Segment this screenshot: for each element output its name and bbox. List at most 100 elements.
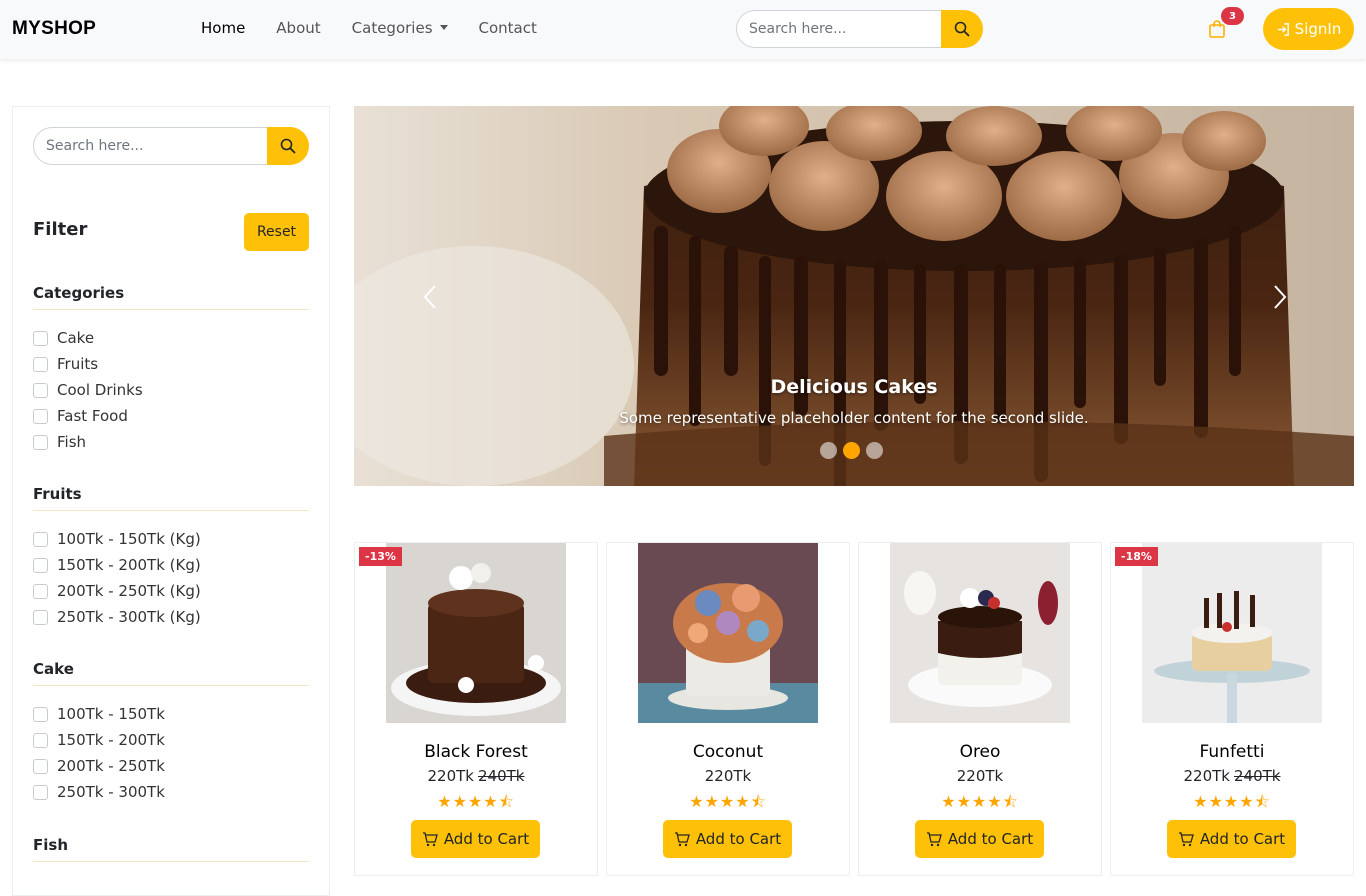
product-price: 220Tk 240Tk: [1111, 767, 1353, 785]
product-name[interactable]: Oreo: [859, 742, 1101, 762]
add-to-cart-button[interactable]: Add to Cart: [915, 820, 1044, 858]
current-price: 220Tk: [956, 767, 1004, 785]
filter-option-label: 150Tk - 200Tk (Kg): [57, 556, 201, 574]
cart-icon: [926, 832, 942, 847]
product-image[interactable]: [638, 543, 818, 723]
product-name[interactable]: Coconut: [607, 742, 849, 762]
filter-group-title: Cake: [33, 660, 309, 686]
nav-link-about[interactable]: About: [276, 19, 320, 37]
product-image[interactable]: [1142, 543, 1322, 723]
carousel-indicator[interactable]: [843, 442, 860, 459]
filter-option-label: 100Tk - 150Tk: [57, 705, 165, 723]
product-image[interactable]: [890, 543, 1070, 723]
carousel-slide-image: [354, 106, 1354, 486]
sidebar-search-button[interactable]: [267, 127, 309, 165]
carousel-next-icon[interactable]: [1264, 282, 1294, 312]
checkbox[interactable]: [33, 784, 48, 800]
old-price: 240Tk: [478, 767, 525, 785]
old-price: 240Tk: [1234, 767, 1281, 785]
nav-link-home[interactable]: Home: [201, 19, 245, 37]
checkbox[interactable]: [33, 531, 48, 547]
filter-option[interactable]: 200Tk - 250Tk: [33, 753, 309, 779]
checkbox[interactable]: [33, 583, 48, 599]
half-star-icon: ⯪: [498, 792, 515, 811]
filter-group-title: Fish: [33, 836, 309, 862]
filter-option[interactable]: 100Tk - 150Tk (Kg): [33, 526, 309, 552]
product-price: 220Tk 240Tk: [355, 767, 597, 785]
sidebar-search-input[interactable]: Search here...: [33, 127, 267, 165]
rating-stars: ★★★★⯪: [1193, 792, 1271, 811]
add-to-cart-button[interactable]: Add to Cart: [411, 820, 540, 858]
checkbox[interactable]: [33, 434, 48, 450]
filter-option-label: 150Tk - 200Tk: [57, 731, 165, 749]
reset-button[interactable]: Reset: [244, 213, 309, 251]
carousel-indicator[interactable]: [866, 442, 883, 459]
checkbox[interactable]: [33, 706, 48, 722]
search-icon: [280, 138, 296, 154]
discount-badge: -18%: [1115, 547, 1158, 566]
filter-title: Filter: [33, 219, 88, 240]
discount-badge: -13%: [359, 547, 402, 566]
filter-option[interactable]: 200Tk - 250Tk (Kg): [33, 578, 309, 604]
sign-in-icon: [1277, 22, 1289, 36]
filter-option-label: 250Tk - 300Tk (Kg): [57, 608, 201, 626]
checkbox[interactable]: [33, 609, 48, 625]
product-name[interactable]: Funfetti: [1111, 742, 1353, 762]
carousel-caption-text: Some representative placeholder content …: [619, 409, 1089, 427]
filter-group-fruits: Fruits 100Tk - 150Tk (Kg) 150Tk - 200Tk …: [33, 485, 309, 630]
filter-group-fish: Fish: [33, 836, 309, 862]
filter-group-categories: Categories Cake Fruits Cool Drinks Fast …: [33, 284, 309, 455]
add-to-cart-button[interactable]: Add to Cart: [663, 820, 792, 858]
filter-option[interactable]: 250Tk - 300Tk: [33, 779, 309, 805]
filter-option[interactable]: Cool Drinks: [33, 377, 309, 403]
add-to-cart-label: Add to Cart: [947, 830, 1034, 848]
product-image[interactable]: [386, 543, 566, 723]
nav-search: Search here...: [736, 10, 983, 48]
filter-option[interactable]: 250Tk - 300Tk (Kg): [33, 604, 309, 630]
brand-logo[interactable]: MYSHOP: [12, 18, 96, 40]
cart-icon: [422, 832, 438, 847]
product-card: -18% Funfetti 220Tk 240Tk ★★★★⯪ Add to Ca…: [1110, 542, 1354, 876]
filter-option[interactable]: 150Tk - 200Tk: [33, 727, 309, 753]
filter-option[interactable]: 100Tk - 150Tk: [33, 701, 309, 727]
checkbox[interactable]: [33, 382, 48, 398]
filter-option-label: Cake: [57, 329, 95, 347]
filter-option-label: 100Tk - 150Tk (Kg): [57, 530, 201, 548]
half-star-icon: ⯪: [1002, 792, 1019, 811]
filter-option[interactable]: Fruits: [33, 351, 309, 377]
checkbox[interactable]: [33, 330, 48, 346]
carousel-prev-icon[interactable]: [416, 282, 446, 312]
add-to-cart-button[interactable]: Add to Cart: [1167, 820, 1296, 858]
checkbox[interactable]: [33, 758, 48, 774]
cart-icon: [1178, 832, 1194, 847]
nav-link-contact[interactable]: Contact: [479, 19, 537, 37]
signin-button[interactable]: SignIn: [1263, 8, 1354, 50]
current-price: 220Tk: [704, 767, 752, 785]
checkbox[interactable]: [33, 356, 48, 372]
carousel-indicators: [820, 442, 883, 459]
filter-option[interactable]: Fish: [33, 429, 309, 455]
nav-search-button[interactable]: [941, 10, 983, 48]
filter-option-label: 250Tk - 300Tk: [57, 783, 165, 801]
filter-option-label: 200Tk - 250Tk: [57, 757, 165, 775]
filter-group-title: Categories: [33, 284, 309, 310]
filter-option-label: Cool Drinks: [57, 381, 143, 399]
product-card: Coconut 220Tk ★★★★⯪ Add to Cart: [606, 542, 850, 876]
nav-link-categories[interactable]: Categories: [352, 19, 448, 37]
carousel-caption-title: Delicious Cakes: [770, 376, 938, 398]
filter-option[interactable]: Fast Food: [33, 403, 309, 429]
checkbox[interactable]: [33, 557, 48, 573]
filter-option-label: Fruits: [57, 355, 99, 373]
sidebar-search: Search here...: [33, 127, 309, 165]
chevron-down-icon: [439, 25, 448, 30]
nav-search-input[interactable]: Search here...: [736, 10, 941, 48]
product-name[interactable]: Black Forest: [355, 742, 597, 762]
checkbox[interactable]: [33, 732, 48, 748]
checkbox[interactable]: [33, 408, 48, 424]
rating-stars: ★★★★⯪: [437, 792, 515, 811]
filter-option[interactable]: 150Tk - 200Tk (Kg): [33, 552, 309, 578]
nav-link-categories-label: Categories: [351, 19, 433, 37]
carousel-indicator[interactable]: [820, 442, 837, 459]
filter-option[interactable]: Cake: [33, 325, 309, 351]
navbar: MYSHOP Home About Categories Contact Sea…: [0, 0, 1366, 59]
